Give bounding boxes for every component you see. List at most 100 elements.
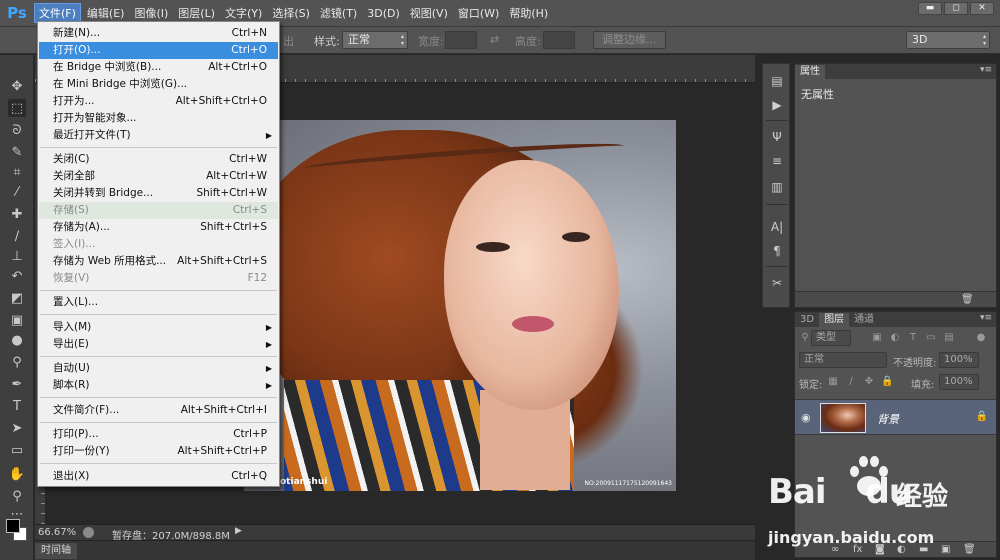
refine-edge-button[interactable]: 调整边缘... <box>593 31 666 49</box>
swap-dimensions-icon[interactable]: ⇄ <box>490 33 499 46</box>
layer-comps-icon[interactable]: ▥ <box>768 178 786 196</box>
layer-filter-type[interactable]: 类型 <box>811 330 851 346</box>
character-panel-icon[interactable]: A| <box>768 218 786 236</box>
layer-visibility-eye-icon[interactable]: ◉ <box>801 411 811 424</box>
menu-window[interactable]: 窗口(W) <box>454 3 503 23</box>
layer-row-background[interactable]: ◉ 背景 🔒 <box>795 399 996 435</box>
properties-trash-icon[interactable]: 🗑 <box>961 294 974 306</box>
menu-item-save-as[interactable]: 存储为(A)... Shift+Ctrl+S <box>39 219 278 236</box>
menu-item-open-smart-object[interactable]: 打开为智能对象... <box>39 110 278 127</box>
layers-menu-icon[interactable]: ▾≡ <box>980 313 992 323</box>
menu-item-close-all[interactable]: 关闭全部 Alt+Ctrl+W <box>39 168 278 185</box>
lasso-tool-icon[interactable]: ᘐ <box>8 121 26 139</box>
menu-item-close-go-bridge[interactable]: 关闭并转到 Bridge... Shift+Ctrl+W <box>39 185 278 202</box>
blend-mode-select[interactable]: 正常 <box>799 352 887 368</box>
menu-select[interactable]: 选择(S) <box>268 3 314 23</box>
menu-item-import[interactable]: 导入(M) ▶ <box>39 319 278 336</box>
menu-3d[interactable]: 3D(D) <box>363 3 404 23</box>
menu-item-file-info[interactable]: 文件简介(F)... Alt+Shift+Ctrl+I <box>39 402 278 419</box>
menu-item-export[interactable]: 导出(E) ▶ <box>39 336 278 353</box>
filter-search-icon: ⚲ <box>801 332 809 343</box>
clone-stamp-tool-icon[interactable]: ⊥ <box>8 247 26 265</box>
eraser-tool-icon[interactable]: ◩ <box>8 289 26 307</box>
eyedropper-tool-icon[interactable]: ⁄ <box>8 183 26 201</box>
menu-item-new[interactable]: 新建(N)... Ctrl+N <box>39 25 278 42</box>
tab-channels[interactable]: 通道 <box>849 313 879 327</box>
lock-pixels-icon[interactable]: ∕ <box>845 376 857 388</box>
filter-shape-icon[interactable]: ▭ <box>925 332 937 344</box>
zoom-tool-icon[interactable]: ⚲ <box>8 487 26 505</box>
menu-filter[interactable]: 滤镜(T) <box>316 3 361 23</box>
type-tool-icon[interactable]: T <box>8 397 26 415</box>
tool-presets-icon[interactable]: ✂ <box>768 274 786 292</box>
layer-name[interactable]: 背景 <box>877 411 899 427</box>
brush-panel-icon[interactable]: Ψ <box>768 128 786 146</box>
lock-all-icon[interactable]: 🔒 <box>881 376 893 388</box>
pen-tool-icon[interactable]: ✒ <box>8 375 26 393</box>
menu-edit[interactable]: 编辑(E) <box>83 3 129 23</box>
filter-adjustment-icon[interactable]: ◐ <box>889 332 901 344</box>
menu-item-open-as[interactable]: 打开为... Alt+Shift+Ctrl+O <box>39 93 278 110</box>
dodge-tool-icon[interactable]: ⚲ <box>8 353 26 371</box>
rectangle-tool-icon[interactable]: ▭ <box>8 441 26 459</box>
minimize-button[interactable]: ▬ <box>918 2 942 15</box>
actions-panel-icon[interactable]: ▶ <box>768 96 786 114</box>
hand-tool-icon[interactable]: ✋ <box>8 465 26 483</box>
properties-menu-icon[interactable]: ▾≡ <box>980 65 992 75</box>
menu-item-exit[interactable]: 退出(X) Ctrl+Q <box>39 468 278 485</box>
tab-3d[interactable]: 3D <box>795 313 819 327</box>
fill-input[interactable]: 100% <box>939 374 979 390</box>
menu-item-recent-files[interactable]: 最近打开文件(T) ▶ <box>39 127 278 144</box>
marquee-tool-icon[interactable]: ⬚ <box>8 99 26 117</box>
tab-layers[interactable]: 图层 <box>819 313 850 327</box>
foreground-color-swatch[interactable] <box>6 519 20 533</box>
quick-select-tool-icon[interactable]: ✎ <box>8 143 26 161</box>
menu-help[interactable]: 帮助(H) <box>505 3 552 23</box>
menu-item-browse-bridge[interactable]: 在 Bridge 中浏览(B)... Alt+Ctrl+O <box>39 59 278 76</box>
style-select[interactable]: 正常 <box>342 31 408 49</box>
menu-item-scripts[interactable]: 脚本(R) ▶ <box>39 377 278 394</box>
lock-position-icon[interactable]: ✥ <box>863 376 875 388</box>
restore-button[interactable]: ◻ <box>944 2 968 15</box>
history-brush-tool-icon[interactable]: ↶ <box>8 267 26 285</box>
crop-tool-icon[interactable]: ⌗ <box>8 163 26 181</box>
menu-image[interactable]: 图像(I) <box>130 3 172 23</box>
menu-item-close[interactable]: 关闭(C) Ctrl+W <box>39 151 278 168</box>
close-button[interactable]: ✕ <box>970 2 994 15</box>
filter-toggle-icon[interactable]: ● <box>975 332 987 344</box>
path-selection-tool-icon[interactable]: ➤ <box>8 419 26 437</box>
tab-timeline[interactable]: 时间轴 <box>35 543 77 559</box>
history-panel-icon[interactable]: ▤ <box>768 72 786 90</box>
move-tool-icon[interactable]: ✥ <box>8 77 26 95</box>
menu-item-open[interactable]: 打开(O)... Ctrl+O <box>39 42 278 59</box>
menu-item-print-one-copy[interactable]: 打印一份(Y) Alt+Shift+Ctrl+P <box>39 443 278 460</box>
status-menu-arrow-icon[interactable]: ▶ <box>235 526 242 536</box>
menu-item-browse-mini-bridge[interactable]: 在 Mini Bridge 中浏览(G)... <box>39 76 278 93</box>
tab-properties[interactable]: 属性 <box>795 65 825 79</box>
menu-type[interactable]: 文字(Y) <box>221 3 266 23</box>
workspace-select[interactable]: 3D <box>906 31 990 49</box>
width-input[interactable] <box>445 31 477 49</box>
gradient-tool-icon[interactable]: ▣ <box>8 311 26 329</box>
height-input[interactable] <box>543 31 575 49</box>
opacity-input[interactable]: 100% <box>939 352 979 368</box>
menu-file[interactable]: 文件(F) <box>34 3 81 23</box>
menu-item-place[interactable]: 置入(L)... <box>39 294 278 311</box>
blur-tool-icon[interactable]: ● <box>8 331 26 349</box>
menu-item-automate[interactable]: 自动(U) ▶ <box>39 360 278 377</box>
status-info-icon[interactable] <box>83 527 94 538</box>
adjustments-panel-icon[interactable]: ≡ <box>768 152 786 170</box>
filter-pixel-icon[interactable]: ▣ <box>871 332 883 344</box>
brush-tool-icon[interactable]: ∕ <box>8 227 26 245</box>
menu-layer[interactable]: 图层(L) <box>174 3 219 23</box>
zoom-level[interactable]: 66.67% <box>38 527 76 538</box>
filter-type-icon[interactable]: T <box>907 332 919 344</box>
lock-transparency-icon[interactable]: ▦ <box>827 376 839 388</box>
healing-brush-tool-icon[interactable]: ✚ <box>8 205 26 223</box>
paragraph-panel-icon[interactable]: ¶ <box>768 242 786 260</box>
filter-smart-object-icon[interactable]: ▤ <box>943 332 955 344</box>
canvas-image[interactable]: otianshui NO:20091117175120091643 <box>244 120 676 491</box>
menu-item-print[interactable]: 打印(P)... Ctrl+P <box>39 426 278 443</box>
menu-item-save-for-web[interactable]: 存储为 Web 所用格式... Alt+Shift+Ctrl+S <box>39 253 278 270</box>
menu-view[interactable]: 视图(V) <box>406 3 452 23</box>
